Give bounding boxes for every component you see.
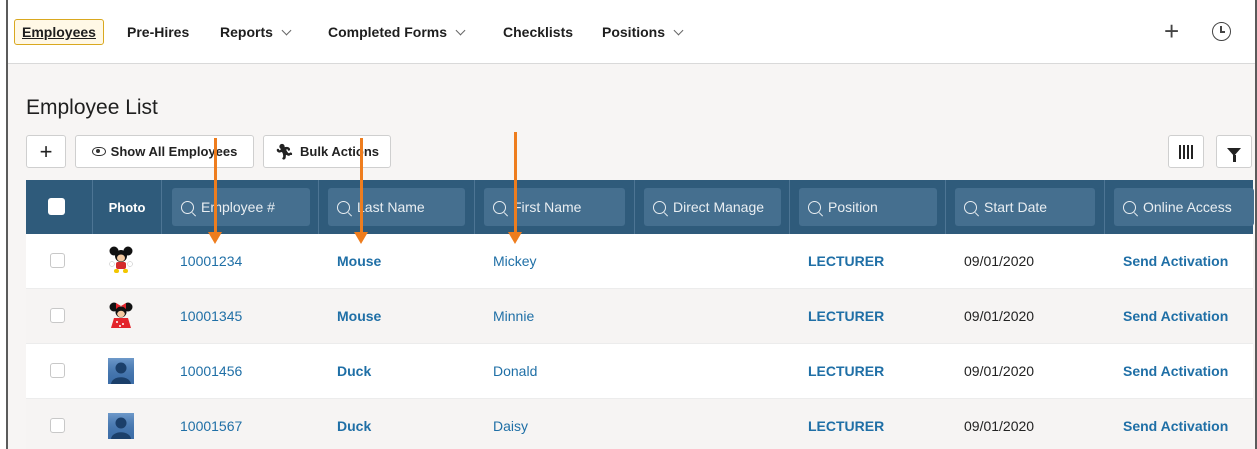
last-name-link[interactable]: Mouse [337, 308, 381, 324]
page-title: Employee List [26, 96, 158, 119]
nav-tab-label: Pre-Hires [127, 24, 190, 40]
last-name-link[interactable]: Duck [337, 363, 371, 379]
last-name-link[interactable]: Mouse [337, 253, 381, 269]
position-link[interactable]: LECTURER [808, 363, 884, 379]
nav-tab-label: Reports [220, 24, 273, 40]
filter-placeholder: First Name [513, 199, 582, 215]
employee-number-filter[interactable]: Employee # [172, 188, 310, 226]
annotation-arrow [508, 132, 522, 244]
employee-grid: Photo Employee # Last Name First Name Di… [26, 180, 1254, 449]
start-date-value: 09/01/2020 [964, 253, 1035, 269]
last-name-filter[interactable]: Last Name [328, 188, 465, 226]
start-date-filter[interactable]: Start Date [955, 188, 1095, 226]
nav-tab-completed-forms[interactable]: Completed Forms [328, 24, 466, 40]
user-placeholder-icon [108, 413, 134, 439]
top-nav: Employees Pre-Hires Reports Completed Fo… [8, 0, 1255, 64]
filter-placeholder: Online Access [1143, 199, 1232, 215]
search-icon [493, 200, 506, 214]
plus-icon[interactable]: + [1164, 18, 1179, 44]
row-checkbox[interactable] [50, 308, 65, 323]
select-all-checkbox[interactable] [48, 198, 65, 215]
search-icon [181, 200, 194, 214]
nav-tab-employees[interactable]: Employees [14, 19, 104, 45]
add-employee-button[interactable]: + [26, 135, 66, 168]
columns-icon [1179, 144, 1193, 159]
table-row[interactable]: 10001567 Duck Daisy LECTURER 09/01/2020 … [26, 399, 1253, 449]
nav-tab-positions[interactable]: Positions [602, 24, 684, 40]
position-link[interactable]: LECTURER [808, 253, 884, 269]
employee-number-link[interactable]: 10001567 [180, 418, 242, 434]
send-activation-link[interactable]: Send Activation [1123, 308, 1228, 324]
employee-number-link[interactable]: 10001234 [180, 253, 242, 269]
user-placeholder-icon [108, 358, 134, 384]
chevron-down-icon [455, 25, 466, 35]
funnel-icon [1227, 147, 1241, 162]
filter-placeholder: Last Name [357, 199, 425, 215]
bulk-actions-label: Bulk Actions [300, 144, 380, 159]
mickey-avatar [109, 246, 133, 273]
grid-header: Photo Employee # Last Name First Name Di… [26, 180, 1254, 234]
filter-placeholder: Employee # [201, 199, 275, 215]
send-activation-link[interactable]: Send Activation [1123, 418, 1228, 434]
last-name-link[interactable]: Duck [337, 418, 371, 434]
filter-placeholder: Position [828, 199, 878, 215]
employee-number-link[interactable]: 10001345 [180, 308, 242, 324]
position-link[interactable]: LECTURER [808, 308, 884, 324]
annotation-arrow [354, 138, 368, 244]
send-activation-link[interactable]: Send Activation [1123, 363, 1228, 379]
row-checkbox[interactable] [50, 253, 65, 268]
start-date-value: 09/01/2020 [964, 308, 1035, 324]
online-access-filter[interactable]: Online Access [1114, 188, 1254, 226]
app-frame: Employees Pre-Hires Reports Completed Fo… [6, 0, 1257, 449]
start-date-value: 09/01/2020 [964, 418, 1035, 434]
direct-manager-filter[interactable]: Direct Manage [644, 188, 781, 226]
filter-placeholder: Direct Manage [673, 199, 765, 215]
eye-icon [91, 147, 106, 156]
table-row[interactable]: 10001456 Duck Donald LECTURER 09/01/2020… [26, 344, 1253, 399]
nav-tab-label: Completed Forms [328, 24, 448, 40]
nav-tab-label: Checklists [503, 24, 574, 40]
position-filter[interactable]: Position [799, 188, 937, 226]
row-checkbox[interactable] [50, 418, 65, 433]
show-all-employees-button[interactable]: Show All Employees [75, 135, 254, 168]
annotation-arrow [208, 138, 222, 244]
columns-button[interactable] [1168, 135, 1204, 168]
filter-placeholder: Start Date [984, 199, 1048, 215]
start-date-value: 09/01/2020 [964, 363, 1035, 379]
chevron-down-icon [673, 25, 684, 35]
chevron-down-icon [281, 25, 292, 35]
first-name-link[interactable]: Mickey [493, 253, 537, 269]
photo-column-header: Photo [108, 199, 146, 215]
show-all-label: Show All Employees [110, 144, 238, 159]
search-icon [337, 200, 350, 214]
first-name-link[interactable]: Donald [493, 363, 537, 379]
first-name-filter[interactable]: First Name [484, 188, 625, 226]
employee-number-link[interactable]: 10001456 [180, 363, 242, 379]
nav-tab-reports[interactable]: Reports [220, 24, 292, 40]
search-icon [653, 200, 666, 214]
first-name-link[interactable]: Daisy [493, 418, 528, 434]
minnie-avatar [109, 302, 133, 328]
nav-tab-label: Employees [22, 24, 96, 40]
running-person-icon: 🏃︎ [274, 143, 295, 161]
search-icon [1123, 200, 1136, 214]
clock-icon[interactable] [1212, 22, 1231, 41]
send-activation-link[interactable]: Send Activation [1123, 253, 1228, 269]
nav-tab-checklists[interactable]: Checklists [503, 24, 573, 40]
table-row[interactable]: 10001345 Mouse Minnie LECTURER 09/01/202… [26, 289, 1253, 344]
search-icon [808, 200, 821, 214]
row-checkbox[interactable] [50, 363, 65, 378]
search-icon [964, 200, 977, 214]
nav-tab-label: Positions [602, 24, 666, 40]
first-name-link[interactable]: Minnie [493, 308, 534, 324]
bulk-actions-button[interactable]: 🏃︎ Bulk Actions [263, 135, 391, 168]
filter-button[interactable] [1216, 135, 1252, 168]
position-link[interactable]: LECTURER [808, 418, 884, 434]
nav-tab-pre-hires[interactable]: Pre-Hires [127, 24, 189, 40]
